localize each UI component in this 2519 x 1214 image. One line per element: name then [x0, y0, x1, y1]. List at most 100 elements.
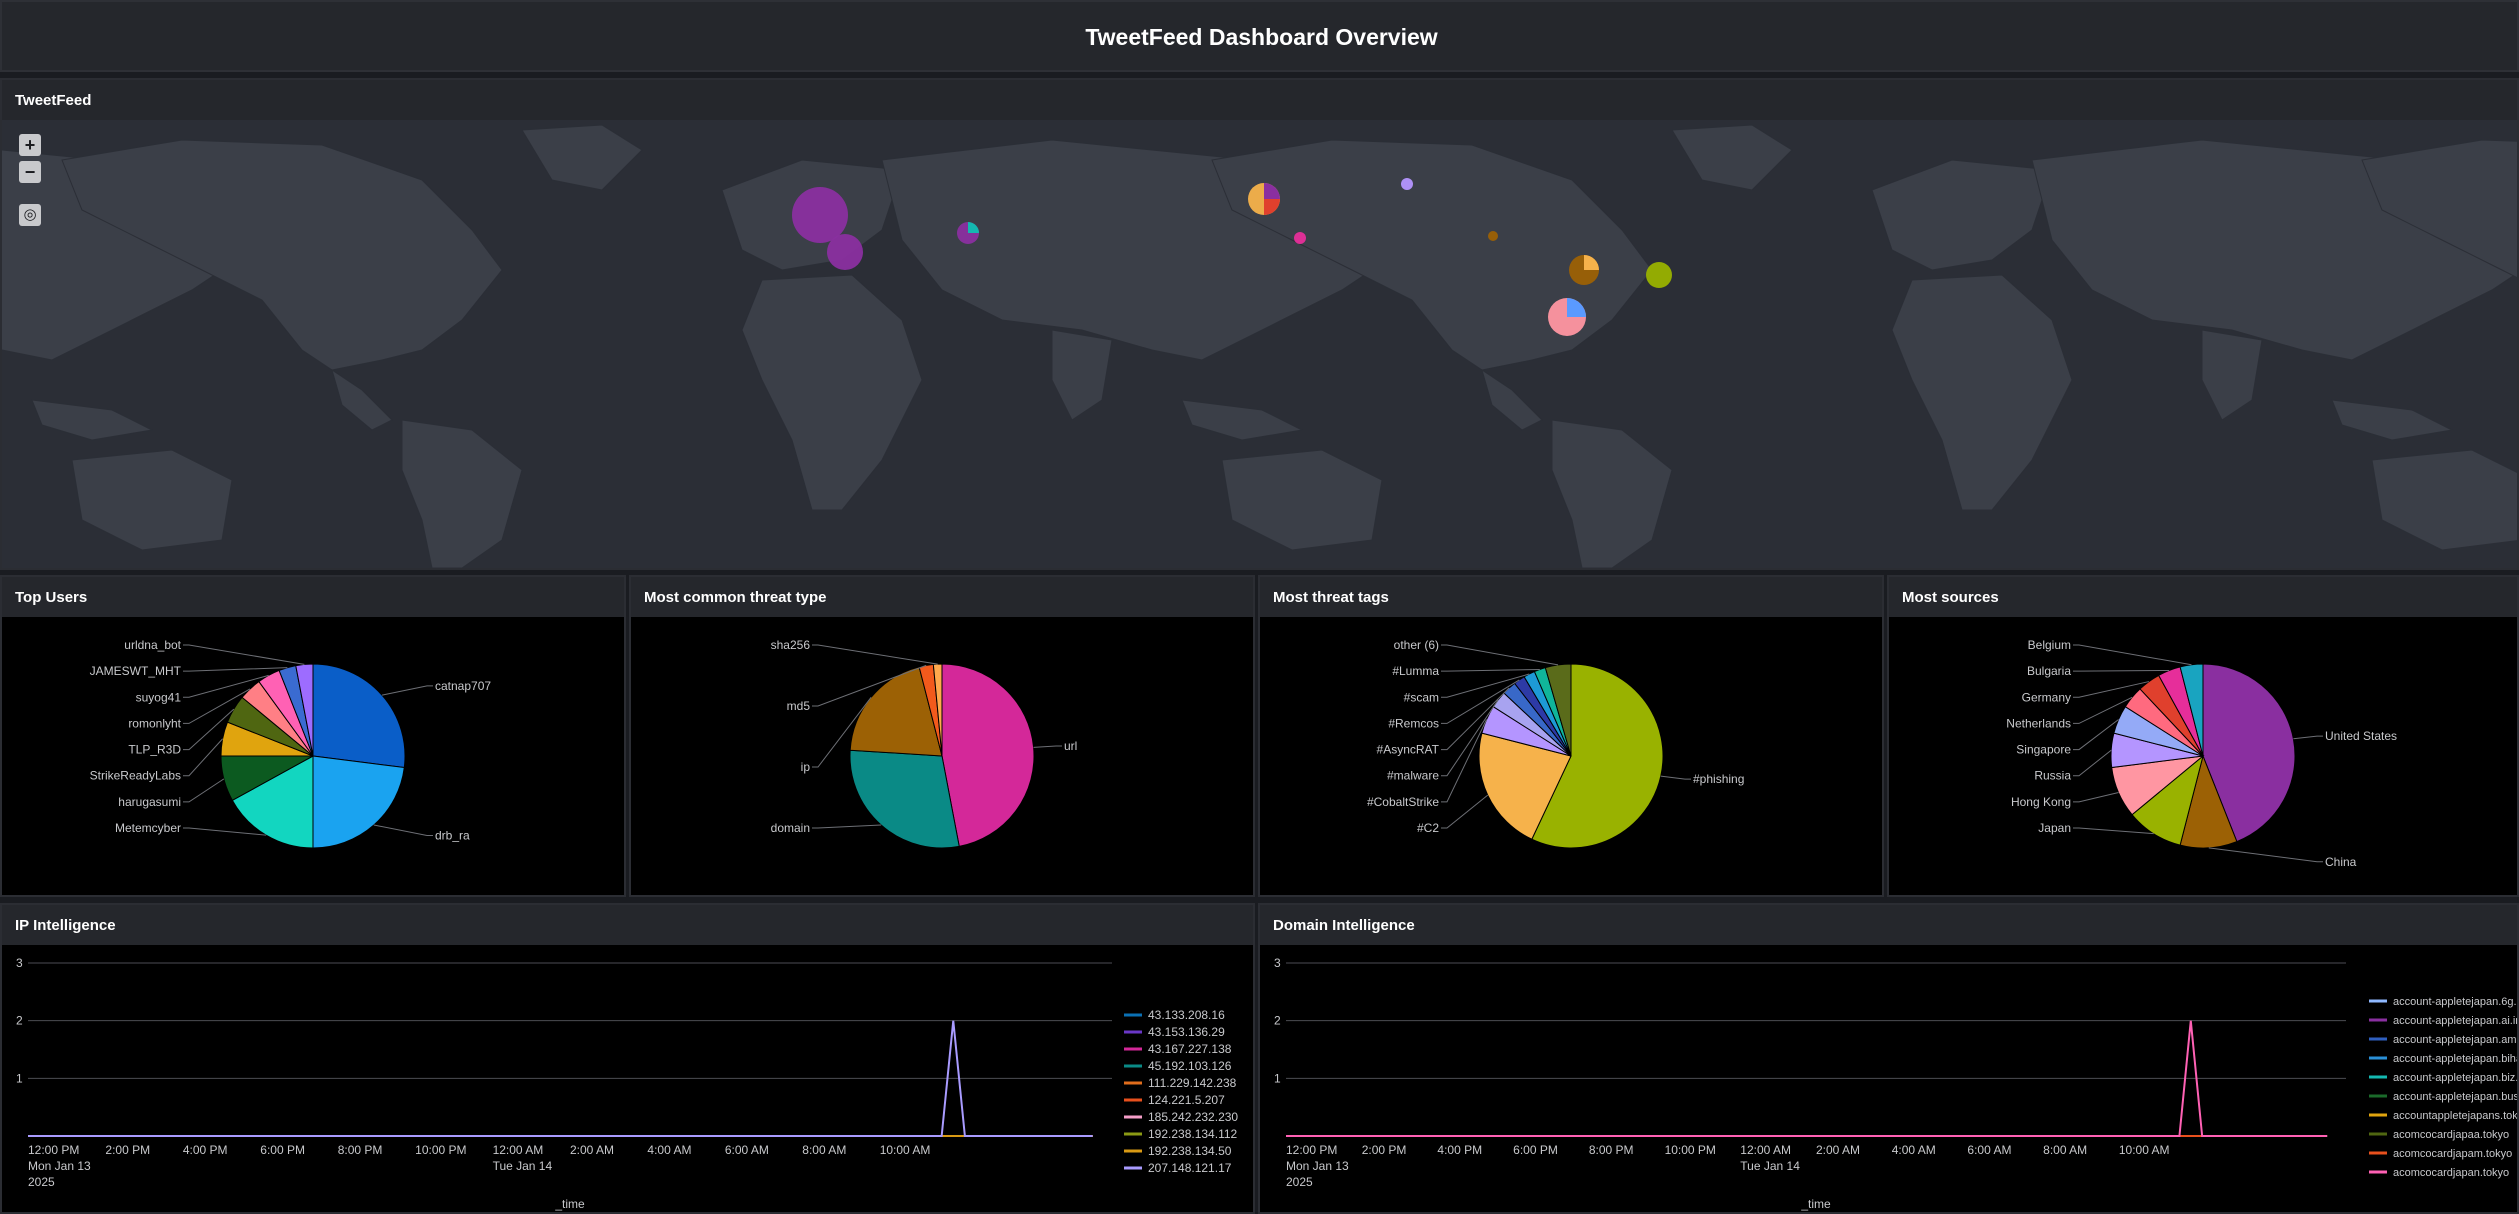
zoom-out-button[interactable]: − — [19, 161, 41, 183]
land-shape — [1871, 159, 2053, 271]
panel-title: IP Intelligence — [15, 917, 116, 934]
x-tick-label: 4:00 PM — [183, 1143, 228, 1157]
pie-label-leader — [812, 644, 938, 665]
land-shape — [1891, 274, 2073, 511]
threat-tags-pie-chart[interactable]: other (6) #Lumma #scam #Remcos #AsyncRAT #mal… — [1260, 617, 1882, 895]
panel-title: Most sources — [1902, 589, 1999, 606]
land-shape — [31, 399, 154, 441]
map-marker — [1401, 178, 1413, 190]
x-tick-label: 2:00 AM — [570, 1143, 614, 1157]
x-tick-label: 6:00 PM — [1513, 1143, 1558, 1157]
y-tick-label: 2 — [1274, 1014, 1281, 1028]
legend-label: 43.153.136.29 — [1148, 1025, 1225, 1039]
panel-header: Top Users — [2, 577, 624, 617]
land-shape — [401, 419, 523, 568]
pie-label: Metemcyber — [115, 821, 181, 835]
map-panel: TweetFeed + − ◎ — [0, 78, 2519, 570]
pie-label-leader — [381, 685, 433, 696]
map-marker — [1488, 231, 1498, 241]
pie-label: Belgium — [2028, 638, 2071, 652]
land-shape — [1221, 449, 1383, 551]
legend-label: 45.192.103.126 — [1148, 1059, 1232, 1073]
domain-intelligence-panel: Domain Intelligence 3 2 1 12:00 PM Mon Jan 1… — [1258, 903, 2519, 1214]
pie-label: sha256 — [771, 638, 811, 652]
x-tick-label: 6:00 PM — [260, 1143, 305, 1157]
panel-header: Most common threat type — [631, 577, 1253, 617]
land-shape — [71, 449, 233, 551]
pie-label-leader — [2073, 644, 2192, 666]
pie-label: United States — [2325, 729, 2397, 743]
y-tick-label: 1 — [16, 1071, 23, 1085]
pie-label-leader — [1441, 644, 1559, 666]
map-land — [1211, 124, 2517, 568]
pie-label-leader — [2073, 669, 2170, 672]
pie-label: TLP_R3D — [128, 743, 181, 757]
legend-label: acomcocardjapaa.tokyo — [2393, 1129, 2509, 1141]
pie-label: Germany — [2022, 690, 2071, 704]
pie-label: #C2 — [1417, 821, 1439, 835]
dashboard-title: TweetFeed Dashboard Overview — [1085, 24, 1438, 50]
pie-label-leader — [183, 827, 267, 836]
pie-label: domain — [771, 821, 810, 835]
pie-label: #CobaltStrike — [1367, 795, 1439, 809]
x-tick-label: 2:00 PM — [105, 1143, 150, 1157]
x-tick-label: 2025 — [1286, 1175, 1313, 1189]
locate-icon[interactable]: ◎ — [19, 204, 41, 226]
ip-intelligence-line-chart[interactable]: 3 2 1 12:00 PM Mon Jan 13 2025 2:00 PM 4:00 PM 6… — [2, 945, 1253, 1212]
x-axis-label: _time — [1800, 1197, 1831, 1211]
map-land — [61, 124, 1403, 568]
pie-label: Japan — [2038, 821, 2071, 835]
pie-label: other (6) — [1394, 638, 1439, 652]
legend-label: account-appletejapan.ai.in — [2393, 1015, 2517, 1027]
legend-label: 185.242.232.230 — [1148, 1110, 1238, 1124]
pie-label: #Remcos — [1388, 716, 1439, 730]
sources-panel: Most sources Belgium Bulgaria Germany Nethe… — [1887, 575, 2519, 897]
world-map[interactable]: + − ◎ — [2, 120, 2517, 568]
map-marker — [1294, 232, 1306, 244]
y-tick-label: 1 — [1274, 1071, 1281, 1085]
x-tick-label: Mon Jan 13 — [1286, 1159, 1349, 1173]
map-canvas[interactable] — [2, 120, 2517, 568]
pie-label-leader — [183, 667, 288, 672]
legend-label: 192.238.134.50 — [1148, 1144, 1232, 1158]
land-shape — [2201, 329, 2263, 421]
zoom-in-button[interactable]: + — [19, 134, 41, 156]
pie-label-leader — [183, 644, 305, 665]
pie-slice[interactable] — [941, 663, 1035, 847]
x-tick-label: 8:00 PM — [1589, 1143, 1634, 1157]
pie-label-leader — [183, 778, 225, 803]
pie-label-leader — [2073, 827, 2154, 835]
legend-label: 124.221.5.207 — [1148, 1093, 1225, 1107]
pie-label: #malware — [1387, 769, 1439, 783]
x-tick-label: 2:00 AM — [1816, 1143, 1860, 1157]
pie-label-leader — [2073, 749, 2112, 777]
pie-label: romonlyht — [128, 716, 181, 730]
land-shape — [1181, 399, 1304, 441]
pie-slice[interactable] — [312, 663, 406, 769]
domain-intelligence-line-chart[interactable]: 3 2 1 12:00 PM Mon Jan 13 2025 2:00 PM 4:00 PM 6… — [1260, 945, 2517, 1212]
legend-label: account-appletejapan.6g.in — [2393, 996, 2517, 1008]
map-marker — [792, 187, 848, 243]
legend-label: 111.229.142.238 — [1148, 1076, 1237, 1090]
pie-slice[interactable] — [849, 749, 960, 849]
pie-label: Hong Kong — [2011, 795, 2071, 809]
sources-pie-chart[interactable]: Belgium Bulgaria Germany Netherlands Singapo… — [1889, 617, 2517, 895]
panel-header: Most sources — [1889, 577, 2517, 617]
x-tick-label: 10:00 AM — [2119, 1143, 2170, 1157]
legend-label: acomcocardjapan.tokyo — [2393, 1167, 2509, 1179]
top-users-pie-chart[interactable]: urldna_bot JAMESWT_MHT suyog41 romonlyht TLP… — [2, 617, 624, 895]
land-shape — [521, 124, 643, 191]
threat-type-panel: Most common threat type sha256 md5 ip domai… — [629, 575, 1255, 897]
panel-title: Top Users — [15, 589, 88, 606]
pie-label: suyog41 — [136, 690, 182, 704]
x-tick-label: 6:00 AM — [725, 1143, 769, 1157]
x-tick-label: 8:00 PM — [338, 1143, 383, 1157]
pie-slice[interactable] — [312, 755, 405, 849]
pie-label: Bulgaria — [2027, 664, 2071, 678]
legend-label: 43.167.227.138 — [1148, 1042, 1232, 1056]
threat-type-pie-chart[interactable]: sha256 md5 ip domain url — [631, 617, 1253, 895]
panel-header: Most threat tags — [1260, 577, 1882, 617]
legend-label: account-appletejapan.biz.in — [2393, 1072, 2517, 1084]
x-tick-label: 10:00 AM — [880, 1143, 931, 1157]
pie-label: Netherlands — [2006, 716, 2071, 730]
